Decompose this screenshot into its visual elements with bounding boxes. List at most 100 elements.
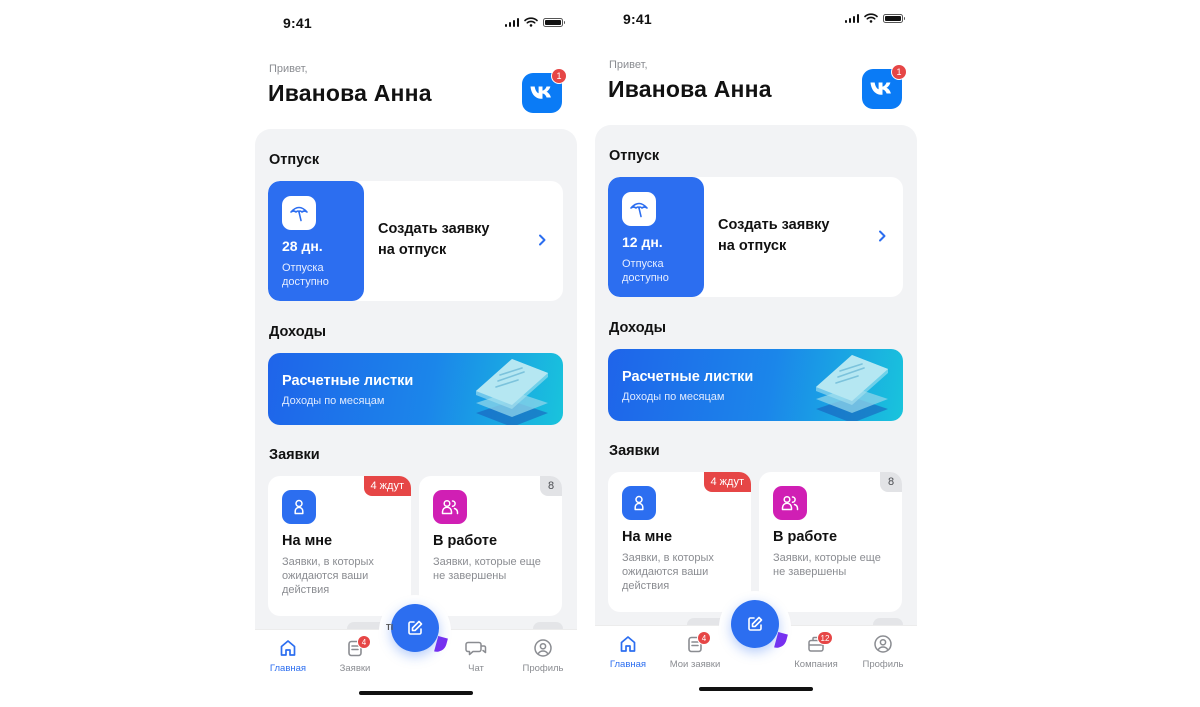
vacation-note-line-2: доступно	[282, 276, 329, 288]
umbrella-icon	[282, 196, 316, 230]
create-vacation-request-label: Создать заявку на отпуск	[718, 215, 829, 257]
person-icon	[282, 490, 316, 524]
desc-line-1: Заявки, в которых	[622, 552, 714, 564]
status-time: 9:41	[283, 15, 312, 31]
create-request-button[interactable]	[391, 604, 439, 652]
desc-line-2: ожидаются ваши	[282, 570, 369, 582]
user-name: Иванова Анна	[608, 76, 772, 102]
action-line-2: на отпуск	[378, 242, 447, 258]
payslips-title: Расчетные листки	[622, 369, 754, 385]
count-badge: 8	[880, 472, 902, 492]
peek-text: TI	[386, 623, 394, 632]
battery-icon	[883, 13, 905, 23]
tab-label: Главная	[609, 659, 647, 670]
tab-label: Заявки	[339, 663, 371, 674]
vacation-note-line-1: Отпуска	[282, 262, 324, 274]
tab-company[interactable]: 12 Компания	[781, 631, 851, 670]
edit-icon	[748, 616, 763, 631]
group-icon	[773, 486, 807, 520]
status-icons	[504, 17, 565, 27]
tab-label: Компания	[794, 659, 838, 670]
create-request-button[interactable]	[731, 600, 779, 648]
vacation-balance: 12 дн. Отпуска доступно	[608, 177, 704, 297]
requests-in-progress-card[interactable]: 8 В работе Заявки, которые еще не заверш…	[419, 476, 562, 616]
phone-screen-right: 9:41 Привет, Иванова Анна 1 Отпуск 12 дн…	[595, 0, 917, 703]
tab-badge: 4	[357, 635, 371, 649]
notification-badge: 1	[551, 68, 567, 84]
vacation-card[interactable]: 12 дн. Отпуска доступно Создать заявку н…	[608, 177, 903, 297]
in-progress-description: Заявки, которые еще не завершены	[433, 555, 558, 583]
vacation-section-title: Отпуск	[609, 148, 660, 164]
tab-badge: 12	[817, 631, 833, 645]
cellular-signal-icon	[844, 13, 859, 23]
desc-line-2: не завершены	[773, 566, 847, 578]
tab-profile[interactable]: Профиль	[848, 634, 917, 670]
group-icon	[433, 490, 467, 524]
vk-icon	[530, 86, 551, 99]
action-line-1: Создать заявку	[378, 221, 490, 237]
vacation-balance: 28 дн. Отпуска доступно	[268, 181, 364, 301]
chevron-right-icon	[539, 234, 546, 246]
income-section-title: Доходы	[609, 320, 666, 336]
payslips-card[interactable]: Расчетные листки Доходы по месяцам	[608, 349, 903, 421]
vk-icon	[870, 82, 891, 95]
tab-requests[interactable]: 4 Заявки	[320, 635, 390, 674]
home-indicator	[359, 691, 473, 695]
tab-home[interactable]: Главная	[595, 634, 663, 670]
status-bar: 9:41	[255, 13, 577, 33]
waiting-badge: 4 ждут	[703, 472, 751, 492]
status-icons	[844, 13, 905, 23]
vacation-days: 12 дн.	[622, 234, 663, 250]
battery-icon	[543, 17, 565, 27]
tab-label: Мои заявки	[669, 659, 721, 670]
on-me-description: Заявки, в которых ожидаются ваши действи…	[282, 555, 407, 597]
payslips-title: Расчетные листки	[282, 373, 414, 389]
tab-profile[interactable]: Профиль	[508, 638, 577, 674]
documents-stack-illustration	[476, 359, 548, 425]
requests-in-progress-card[interactable]: 8 В работе Заявки, которые еще не заверш…	[759, 472, 902, 612]
desc-line-1: Заявки, которые еще	[773, 552, 881, 564]
payslips-subtitle: Доходы по месяцам	[282, 395, 385, 407]
requests-on-me-card[interactable]: 4 ждут На мне Заявки, в которых ожидаютс…	[268, 476, 411, 616]
income-section-title: Доходы	[269, 324, 326, 340]
waiting-badge: 4 ждут	[363, 476, 411, 496]
wifi-icon	[524, 17, 538, 27]
in-progress-title: В работе	[433, 533, 498, 549]
documents-stack-illustration	[816, 355, 888, 421]
home-icon	[280, 640, 296, 656]
wifi-icon	[864, 13, 878, 23]
tab-home[interactable]: Главная	[255, 638, 323, 674]
desc-line-2: ожидаются ваши	[622, 566, 709, 578]
person-icon	[622, 486, 656, 520]
status-bar: 9:41	[595, 9, 917, 29]
payslips-subtitle: Доходы по месяцам	[622, 391, 725, 403]
desc-line-3: действия	[282, 584, 330, 596]
requests-on-me-card[interactable]: 4 ждут На мне Заявки, в которых ожидаютс…	[608, 472, 751, 612]
on-me-title: На мне	[622, 529, 673, 545]
payslips-card[interactable]: Расчетные листки Доходы по месяцам	[268, 353, 563, 425]
user-name: Иванова Анна	[268, 80, 432, 106]
on-me-title: На мне	[282, 533, 333, 549]
requests-section-title: Заявки	[609, 443, 660, 459]
home-indicator	[699, 687, 813, 691]
greeting-text: Привет,	[609, 59, 648, 71]
desc-line-1: Заявки, в которых	[282, 556, 374, 568]
requests-section-title: Заявки	[269, 447, 320, 463]
in-progress-description: Заявки, которые еще не завершены	[773, 551, 898, 579]
vacation-days-note: Отпуска доступно	[282, 261, 329, 289]
vacation-card[interactable]: 28 дн. Отпуска доступно Создать заявку н…	[268, 181, 563, 301]
desc-line-2: не завершены	[433, 570, 507, 582]
tab-chat[interactable]: Чат	[441, 638, 511, 674]
vacation-days: 28 дн.	[282, 238, 323, 254]
tab-label: Профиль	[862, 659, 904, 670]
phone-screen-left: 9:41 Привет, Иванова Анна 1 Отпуск 28 дн…	[255, 0, 577, 707]
tab-my-requests[interactable]: 4 Мои заявки	[660, 631, 730, 670]
chat-icon	[465, 641, 487, 656]
in-progress-title: В работе	[773, 529, 838, 545]
vacation-days-note: Отпуска доступно	[622, 257, 669, 285]
chevron-right-icon	[879, 230, 886, 242]
edit-icon	[408, 620, 423, 635]
tab-badge: 4	[697, 631, 711, 645]
count-badge: 8	[540, 476, 562, 496]
umbrella-icon	[622, 192, 656, 226]
